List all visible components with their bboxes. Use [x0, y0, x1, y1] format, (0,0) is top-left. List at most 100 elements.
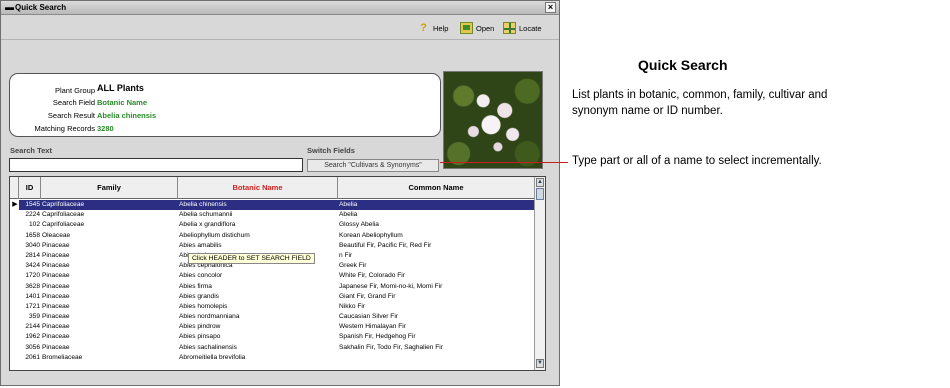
row-marker — [10, 332, 19, 342]
common-cell: Japanese Fir, Momi-no-ki, Momi Fir — [339, 282, 443, 290]
plant-group-label: Plant Group — [54, 86, 95, 95]
row-marker — [10, 343, 19, 353]
common-cell: Western Himalayan Fir — [339, 323, 406, 331]
search-result-label: Search Result — [47, 111, 95, 120]
common-column-header[interactable]: Common Name — [338, 177, 535, 199]
botanic-cell: Abies sachalinensis — [179, 343, 237, 351]
title-bar[interactable]: ▬ Quick Search × — [1, 1, 559, 15]
window-menu-icon[interactable]: ▬ — [5, 2, 14, 12]
table-row[interactable]: 2144 Pinaceae Abies pindrow Western Himalay… — [10, 322, 535, 332]
id-cell: 2814 — [25, 251, 40, 259]
common-cell — [338, 353, 535, 363]
botanic-cell: Abies nordmanniana — [179, 313, 240, 321]
row-marker-header — [10, 177, 19, 199]
family-column-header[interactable]: Family — [41, 177, 178, 199]
botanic-cell: Abromeitiella brevifolia — [179, 353, 246, 361]
help-icon: ? — [420, 22, 427, 34]
family-cell: Pinaceae — [42, 241, 70, 249]
common-cell: Korean Abeliophyllum — [339, 231, 403, 239]
annotation-title: Quick Search — [638, 57, 728, 73]
matching-records-label: Matching Records — [34, 124, 95, 133]
botanic-cell: Abies homolepis — [179, 302, 228, 310]
table-row[interactable]: 3628 Pinaceae Abies firma Japanese Fir, Mom… — [10, 282, 535, 292]
scroll-thumb[interactable] — [536, 188, 544, 200]
search-result-value: Abelia chinensis — [97, 111, 157, 120]
id-cell: 359 — [28, 313, 40, 321]
family-cell: Pinaceae — [42, 343, 70, 351]
botanic-cell: Abeliophyllum distichum — [179, 231, 250, 239]
row-marker — [10, 210, 19, 220]
family-cell: Bromeliaceae — [42, 353, 83, 361]
botanic-cell: Abelia schumannii — [179, 211, 233, 219]
row-marker — [10, 282, 19, 292]
table-row[interactable]: 1658 Oleaceae Abeliophyllum distichum Korea… — [10, 231, 535, 241]
botanic-cell: Abies amabilis — [179, 241, 222, 249]
table-row[interactable]: 3040 Pinaceae Abies amabilis Beautiful Fir,… — [10, 241, 535, 251]
callout-line — [440, 162, 568, 163]
grid-rows: ▶ 1545 Caprifoliaceae Abelia chinensis Abeli… — [10, 200, 535, 363]
scroll-down-icon[interactable]: ▼ — [536, 359, 544, 368]
botanic-column-header[interactable]: Botanic Name — [178, 177, 338, 199]
table-row[interactable]: 2224 Caprifoliaceae Abelia schumannii Abeli… — [10, 210, 535, 220]
search-field-value: Botanic Name — [97, 98, 148, 107]
common-cell: Abelia — [339, 211, 358, 219]
help-button[interactable]: ? Help — [417, 21, 448, 35]
table-row[interactable]: ▶ 1545 Caprifoliaceae Abelia chinensis Abeli… — [10, 200, 535, 211]
plant-photo — [443, 71, 543, 169]
family-cell: Caprifoliaceae — [42, 221, 85, 229]
open-button[interactable]: Open — [460, 21, 494, 35]
common-cell: Glossy Abelia — [339, 221, 379, 229]
family-cell: Pinaceae — [42, 251, 70, 259]
table-row[interactable]: 1401 Pinaceae Abies grandis Giant Fir, Gran… — [10, 292, 535, 302]
search-input[interactable] — [9, 158, 303, 172]
row-marker — [10, 302, 19, 312]
table-row[interactable]: 2061 Bromeliaceae Abromeitiella brevifolia — [10, 353, 535, 363]
table-row[interactable]: 3056 Pinaceae Abies sachalinensis Sakhalin … — [10, 343, 535, 353]
botanic-cell: Abies grandis — [179, 292, 219, 300]
id-cell: 1962 — [25, 333, 40, 341]
family-cell: Pinaceae — [42, 302, 70, 310]
open-label: Open — [476, 23, 495, 33]
common-cell: n Fir — [339, 251, 353, 259]
common-cell: Abelia — [339, 201, 358, 208]
row-marker — [10, 220, 19, 230]
id-cell: 3056 — [25, 343, 40, 351]
close-button[interactable]: × — [545, 2, 556, 13]
family-cell: Pinaceae — [42, 313, 70, 321]
locate-label: Locate — [519, 23, 542, 33]
scroll-up-icon[interactable]: ▲ — [536, 178, 544, 187]
id-cell: 1658 — [25, 231, 40, 239]
row-marker — [10, 292, 19, 302]
common-cell: Sakhalin Fir, Todo Fir, Saghalien Fir — [339, 343, 443, 351]
table-row[interactable]: 1720 Pinaceae Abies concolor White Fir, Col… — [10, 271, 535, 281]
table-row[interactable]: 1721 Pinaceae Abies homolepis Nikko Fir — [10, 302, 535, 312]
table-row[interactable]: 1962 Pinaceae Abies pinsapo Spanish Fir, He… — [10, 332, 535, 342]
matching-records-value: 3280 — [97, 124, 114, 133]
family-cell: Pinaceae — [42, 282, 70, 290]
id-cell: 3040 — [25, 241, 40, 249]
family-cell: Caprifoliaceae — [42, 211, 85, 219]
common-cell: White Fir, Colorado Fir — [339, 272, 405, 280]
table-row[interactable]: 359 Pinaceae Abies nordmanniana Caucasian S… — [10, 312, 535, 322]
switch-fields-button[interactable]: Search "Cultivars & Synonyms" — [307, 159, 439, 172]
id-cell: 1545 — [25, 201, 40, 208]
row-marker — [10, 271, 19, 281]
common-cell: Nikko Fir — [339, 302, 366, 310]
vertical-scrollbar[interactable]: ▲ ▼ — [534, 177, 545, 370]
botanic-cell: Abies firma — [179, 282, 212, 290]
table-row[interactable]: 102 Caprifoliaceae Abelia x grandiflora Glo… — [10, 220, 535, 230]
id-column-header[interactable]: ID — [19, 177, 41, 199]
annotation-description: List plants in botanic, common, family, … — [572, 89, 828, 117]
header-tooltip: Click HEADER to SET SEARCH FIELD — [188, 253, 315, 264]
locate-button[interactable]: Locate — [503, 21, 542, 35]
toolbar: ? Help Open Locate — [1, 16, 559, 40]
family-cell: Caprifoliaceae — [42, 201, 85, 208]
row-marker: ▶ — [10, 200, 19, 211]
botanic-cell: Abies pindrow — [179, 323, 221, 331]
search-info-panel: Plant Group ALL Plants Search Field Bota… — [9, 73, 441, 137]
id-cell: 3424 — [25, 262, 40, 270]
row-marker — [10, 241, 19, 251]
row-marker — [10, 261, 19, 271]
botanic-cell: Abies concolor — [179, 272, 223, 280]
family-cell: Pinaceae — [42, 333, 70, 341]
